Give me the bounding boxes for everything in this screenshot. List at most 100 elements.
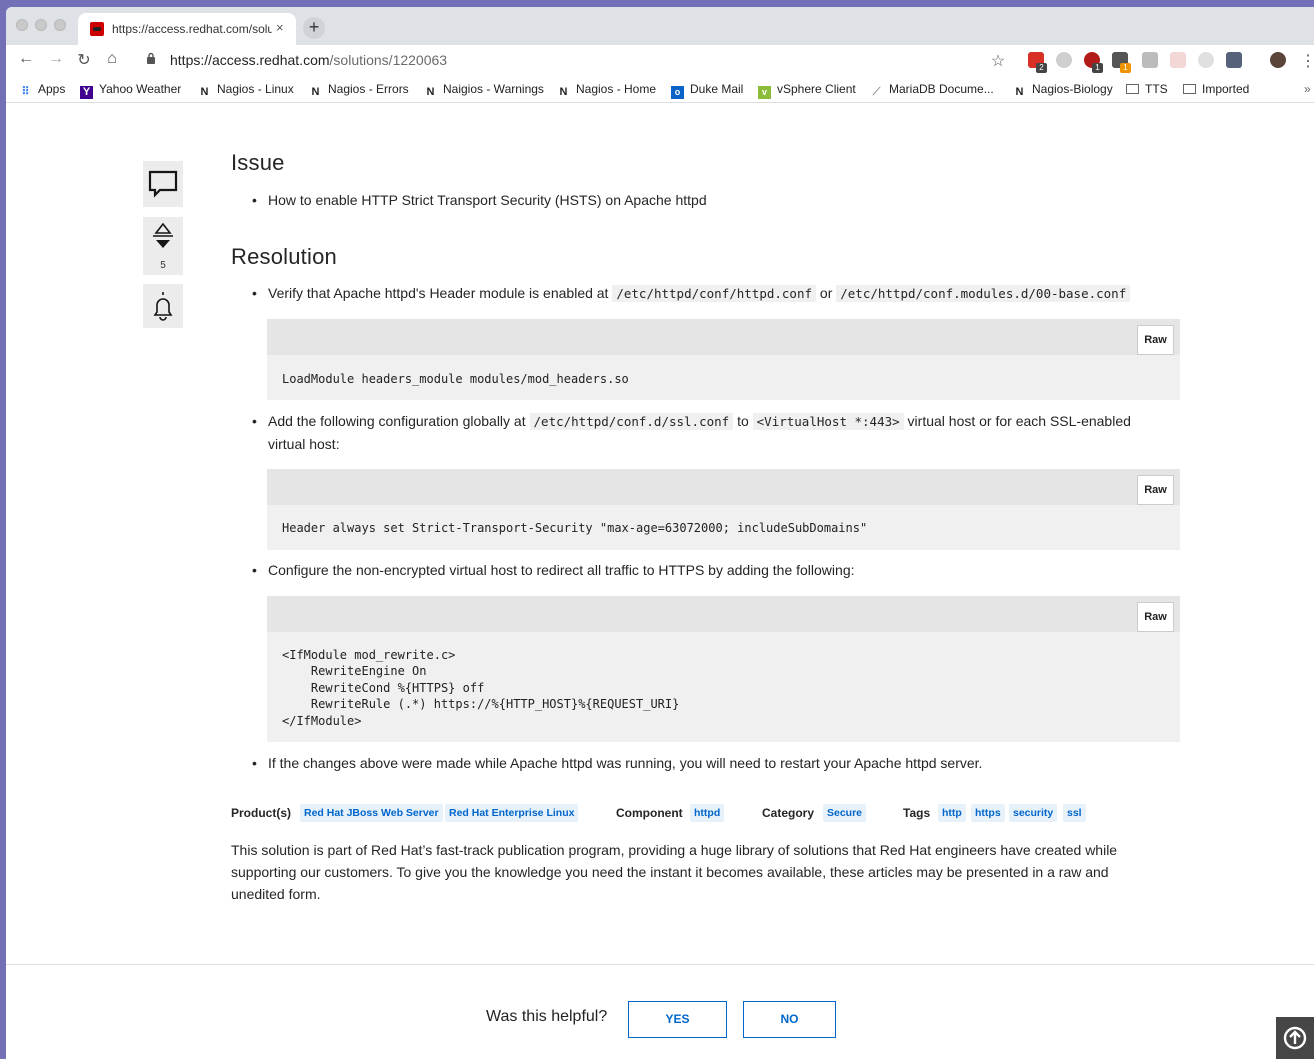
notify-button[interactable] [143, 284, 183, 328]
component-tag[interactable]: httpd [690, 804, 725, 822]
tag-link[interactable]: ssl [1063, 804, 1086, 822]
code-block: Raw Header always set Strict-Transport-S… [267, 469, 1180, 550]
extension-badge: 2 [1036, 63, 1047, 73]
helpful-question: Was this helpful? [486, 1008, 608, 1025]
bookmark-item[interactable]: ⠿ Apps [19, 82, 65, 99]
tag-link[interactable]: security [1009, 804, 1058, 822]
nagios-icon: N [200, 86, 209, 98]
comment-button[interactable] [143, 161, 183, 207]
product-tag[interactable]: Red Hat JBoss Web Server [300, 804, 443, 822]
profile-avatar[interactable] [1270, 52, 1286, 68]
issue-text: How to enable HTTP Strict Transport Secu… [268, 192, 707, 208]
bookmark-item[interactable]: N Nagios - Linux [198, 82, 294, 99]
bookmark-label: MariaDB Docume... [889, 82, 994, 96]
tag-link[interactable]: http [938, 804, 966, 822]
code-block-header [267, 469, 1180, 505]
bookmark-folder[interactable]: Imported [1183, 82, 1249, 96]
bookmark-item[interactable]: N Nagios-Biology [1013, 82, 1113, 99]
reload-icon[interactable]: ↻ [74, 50, 94, 70]
bookmark-label: Nagios - Linux [217, 82, 294, 96]
comment-icon [148, 170, 178, 198]
bookmark-label: Duke Mail [690, 82, 744, 96]
yes-button[interactable]: YES [628, 1001, 727, 1038]
bookmark-label: Nagios-Biology [1032, 82, 1113, 96]
bookmark-item[interactable]: v vSphere Client [758, 82, 856, 99]
bookmark-label: Yahoo Weather [99, 82, 182, 96]
component-label: Component [616, 806, 683, 820]
menu-dots-icon[interactable]: ⋮ [1298, 51, 1314, 71]
redhat-favicon-icon [90, 22, 104, 36]
new-tab-button[interactable]: + [303, 17, 325, 39]
inline-code: /etc/httpd/conf/httpd.conf [612, 285, 817, 302]
bookmark-item[interactable]: N Nagios - Errors [309, 82, 409, 99]
extension-icon[interactable] [1142, 52, 1158, 68]
forward-icon[interactable]: → [46, 50, 66, 68]
url-text[interactable]: https://access.redhat.com/solutions/1220… [170, 52, 447, 68]
inline-code: /etc/httpd/conf.d/ssl.conf [529, 413, 734, 430]
tags-label: Tags [903, 806, 931, 820]
bookmark-label: vSphere Client [777, 82, 856, 96]
code-block-header [267, 596, 1180, 632]
nagios-icon: N [559, 86, 568, 98]
back-icon[interactable]: ← [16, 50, 36, 68]
bookmark-folder[interactable]: TTS [1126, 82, 1168, 96]
category-tag[interactable]: Secure [823, 804, 867, 822]
bookmark-label: Nagios - Home [576, 82, 657, 96]
rate-icon [153, 222, 173, 248]
nagios-icon: N [426, 86, 435, 98]
products-label: Product(s) [231, 806, 291, 820]
extension-icon[interactable] [1226, 52, 1242, 68]
tag-link[interactable]: https [971, 804, 1005, 822]
bookmark-item[interactable]: ⟋ MariaDB Docume... [870, 82, 994, 99]
browser-window: https://access.redhat.com/solu × + ← → ↻… [6, 7, 1314, 1059]
home-icon[interactable]: ⌂ [102, 50, 122, 68]
nagios-icon: N [311, 86, 320, 98]
extension-badge: 1 [1092, 63, 1103, 73]
bookmarks-overflow-icon[interactable]: » [1304, 82, 1311, 96]
raw-button[interactable]: Raw [1137, 602, 1174, 632]
bookmark-item[interactable]: Y Yahoo Weather [80, 82, 181, 99]
bookmark-label: Apps [38, 82, 66, 96]
divider [6, 964, 1314, 965]
issue-heading: Issue [231, 150, 285, 175]
code-text: Header always set Strict-Transport-Secur… [282, 521, 868, 535]
extension-icon[interactable] [1198, 52, 1214, 68]
extension-badge: 1 [1120, 63, 1131, 73]
raw-button[interactable]: Raw [1137, 325, 1174, 355]
no-button[interactable]: NO [743, 1001, 836, 1038]
extension-icon[interactable] [1056, 52, 1072, 68]
bookmark-label: Nagios - Errors [328, 82, 409, 96]
product-tag[interactable]: Red Hat Enterprise Linux [445, 804, 579, 822]
bookmarks-bar: ⠿ Apps Y Yahoo Weather N Nagios - Linux N Na… [6, 77, 1314, 103]
tab-close-icon[interactable]: × [276, 20, 284, 35]
step-text: Configure the non-encrypted virtual host… [268, 562, 855, 578]
vsphere-icon: v [758, 86, 771, 99]
rating-button[interactable]: 5 [143, 217, 183, 275]
minimize-window-button[interactable] [35, 19, 47, 31]
maximize-window-button[interactable] [54, 19, 66, 31]
raw-button[interactable]: Raw [1137, 475, 1174, 505]
step2-prefix: Add the following configuration globally… [268, 413, 526, 429]
extension-icon[interactable] [1170, 52, 1186, 68]
code-block: Raw <IfModule mod_rewrite.c> RewriteEngi… [267, 596, 1180, 742]
bell-icon [153, 292, 173, 321]
rating-count: 5 [160, 260, 166, 271]
step-text: Verify that Apache httpd's Header module… [268, 282, 1131, 305]
code-text: LoadModule headers_module modules/mod_he… [282, 372, 629, 386]
bookmark-star-icon[interactable]: ☆ [988, 51, 1008, 71]
step-text: Add the following configuration globally… [268, 410, 1183, 455]
bookmark-item[interactable]: o Duke Mail [671, 82, 743, 99]
bookmark-item[interactable]: N Naigios - Warnings [424, 82, 544, 99]
url-host: https://access.redhat.com [170, 52, 330, 68]
step-text: If the changes above were made while Apa… [268, 755, 983, 771]
folder-icon [1126, 84, 1139, 94]
step2-line2: virtual host: [268, 436, 340, 452]
lock-icon [147, 52, 155, 64]
bookmark-label: Naigios - Warnings [443, 82, 544, 96]
browser-tab[interactable]: https://access.redhat.com/solu × [78, 13, 296, 45]
arrow-up-circle-icon [1283, 1026, 1307, 1050]
close-window-button[interactable] [16, 19, 28, 31]
back-to-top-button[interactable] [1276, 1017, 1314, 1059]
bookmark-item[interactable]: N Nagios - Home [557, 82, 657, 99]
inline-code: <VirtualHost *:443> [752, 413, 904, 430]
